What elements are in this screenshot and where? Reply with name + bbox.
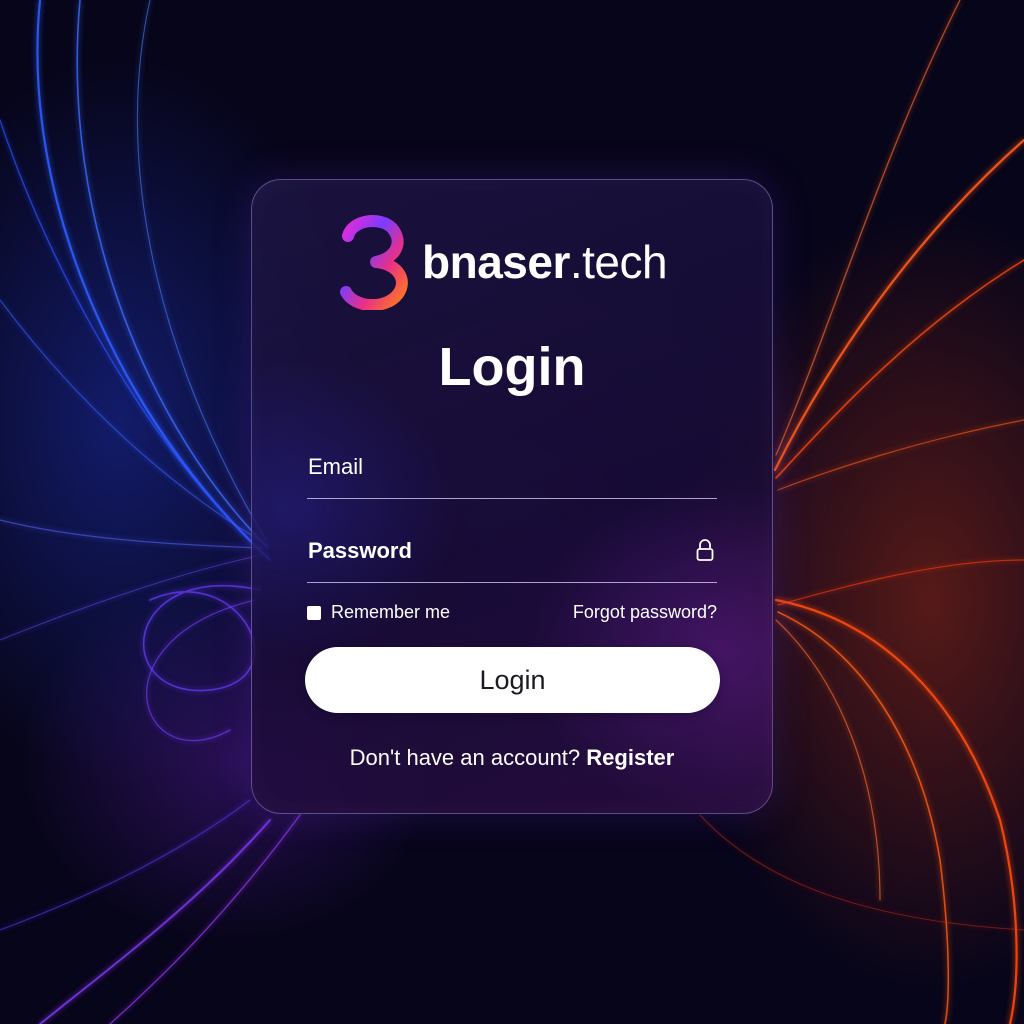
email-field[interactable]: Email — [307, 450, 721, 500]
remember-me-checkbox[interactable] — [307, 605, 321, 620]
forgot-password-link[interactable]: Forgot password? — [573, 602, 717, 623]
lock-icon — [696, 539, 714, 561]
remember-me-toggle[interactable]: Remember me — [307, 602, 450, 623]
page-title: Login — [438, 337, 586, 397]
register-prompt-text: Don't have an account? — [349, 745, 581, 770]
register-link[interactable]: Register — [586, 745, 674, 770]
register-prompt: Don't have an account? Register — [252, 745, 772, 771]
login-options: Remember me Forgot password? — [307, 602, 717, 626]
remember-me-label: Remember me — [331, 602, 451, 622]
login-card: bnaser.tech Login Email Password Remembe… — [251, 179, 773, 814]
password-input[interactable] — [307, 534, 721, 584]
email-input[interactable] — [307, 450, 721, 500]
brand: bnaser.tech — [340, 214, 668, 310]
password-field[interactable]: Password — [307, 534, 721, 584]
b3-gradient-logo-icon — [340, 215, 408, 310]
login-page: bnaser.tech Login Email Password Remembe… — [0, 0, 1024, 1024]
login-button[interactable]: Login — [305, 647, 720, 713]
brand-name: bnaser.tech — [422, 236, 668, 288]
